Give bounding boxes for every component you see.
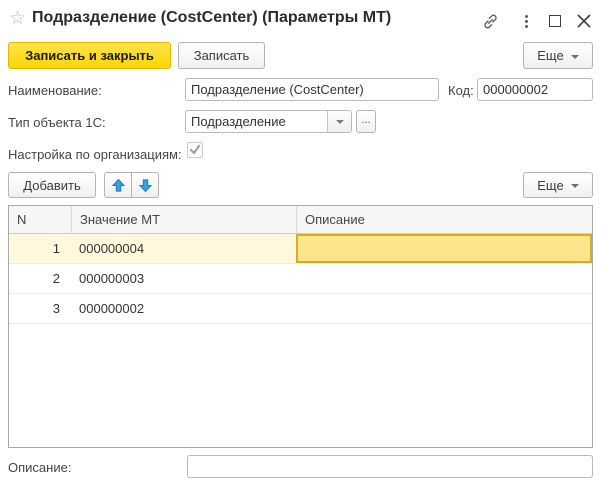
table-row[interactable]: 1 000000004 (9, 234, 592, 264)
save-and-close-label: Записать и закрыть (25, 48, 154, 63)
column-header-n[interactable]: N (9, 206, 71, 233)
save-label: Записать (194, 48, 250, 63)
table-more-label: Еще (537, 178, 563, 193)
code-input[interactable] (477, 78, 593, 101)
row-number-cell: 1 (9, 234, 71, 263)
description-cell[interactable] (296, 294, 592, 323)
description-cell-active[interactable] (296, 234, 592, 263)
object-type-choose-button[interactable]: ... (356, 110, 376, 133)
column-header-value[interactable]: Значение МТ (71, 206, 296, 233)
column-header-description[interactable]: Описание (296, 206, 592, 233)
object-type-label: Тип объекта 1С: (8, 115, 106, 130)
mt-value-cell[interactable]: 000000004 (71, 234, 296, 263)
move-down-button[interactable] (131, 172, 159, 198)
table-row[interactable]: 3 000000002 (9, 294, 592, 324)
arrow-up-icon (111, 178, 126, 193)
more-actions-button[interactable]: Еще (523, 42, 593, 69)
checkmark-icon (189, 144, 201, 156)
window-menu-icon[interactable] (517, 12, 535, 30)
mt-value-cell[interactable]: 000000002 (71, 294, 296, 323)
maximize-icon[interactable] (546, 12, 564, 30)
name-field-label: Наименование: (8, 83, 102, 98)
description-input[interactable] (187, 455, 593, 478)
row-number-cell: 3 (9, 294, 71, 323)
object-type-dropdown-button[interactable] (327, 111, 351, 132)
object-type-value: Подразделение (186, 111, 327, 132)
more-actions-label: Еще (537, 48, 563, 63)
org-setting-checkbox[interactable] (187, 142, 203, 158)
title-bar: ☆ Подразделение (CostCenter) (Параметры … (0, 0, 601, 38)
arrow-down-icon (138, 178, 153, 193)
chevron-down-icon (336, 120, 344, 124)
save-button[interactable]: Записать (178, 42, 265, 69)
code-field-label: Код: (448, 83, 474, 98)
save-and-close-button[interactable]: Записать и закрыть (8, 42, 171, 69)
favorite-star-icon[interactable]: ☆ (9, 8, 26, 30)
add-row-label: Добавить (23, 178, 80, 193)
description-cell[interactable] (296, 264, 592, 293)
mt-value-cell[interactable]: 000000003 (71, 264, 296, 293)
get-link-icon[interactable] (481, 12, 499, 30)
org-setting-label: Настройка по организациям: (8, 147, 182, 162)
add-row-button[interactable]: Добавить (8, 172, 96, 198)
object-type-combobox[interactable]: Подразделение (185, 110, 352, 133)
table-row[interactable]: 2 000000003 (9, 264, 592, 294)
row-number-cell: 2 (9, 264, 71, 293)
window-title: Подразделение (CostCenter) (Параметры МТ… (32, 9, 391, 27)
name-input[interactable] (185, 78, 439, 101)
chevron-down-icon (571, 184, 579, 188)
close-icon[interactable] (575, 12, 593, 30)
table-header-row: N Значение МТ Описание (9, 206, 592, 234)
ellipsis-icon: ... (361, 114, 370, 126)
table-more-button[interactable]: Еще (523, 172, 593, 198)
chevron-down-icon (571, 55, 579, 59)
mt-values-table: N Значение МТ Описание 1 000000004 2 000… (8, 205, 593, 448)
move-up-button[interactable] (104, 172, 132, 198)
description-field-label: Описание: (8, 460, 71, 475)
